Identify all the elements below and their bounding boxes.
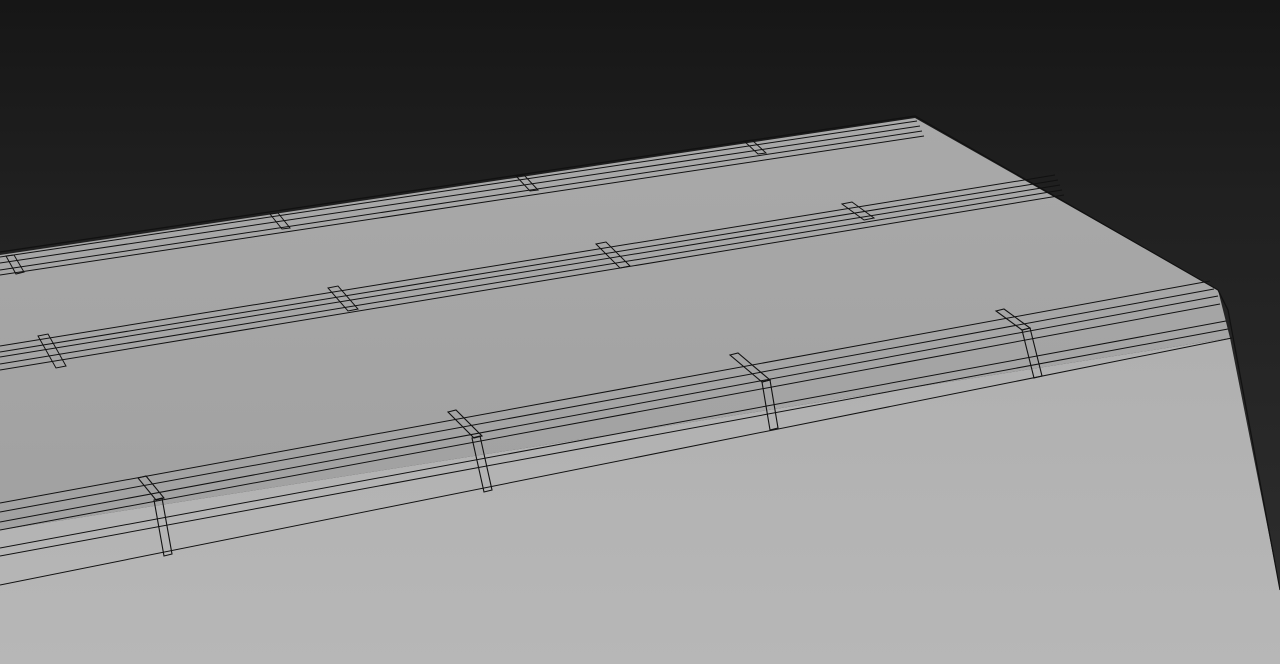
3d-viewport[interactable]	[0, 0, 1280, 664]
mesh-model[interactable]	[0, 0, 1280, 664]
viewport-canvas[interactable]	[0, 0, 1280, 664]
